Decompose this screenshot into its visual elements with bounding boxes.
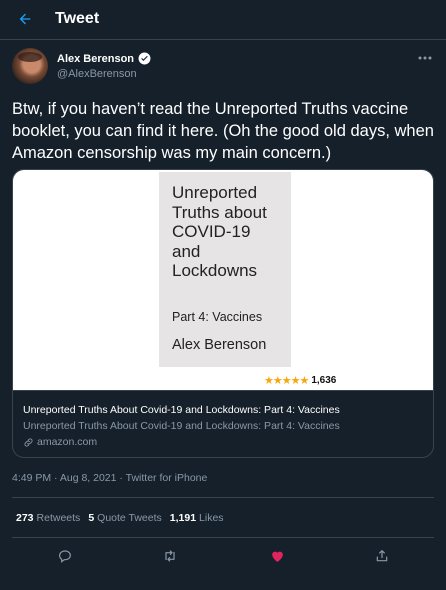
- rating-stars-icon: ★★★★★: [264, 375, 309, 387]
- reply-button[interactable]: [55, 546, 75, 566]
- ellipsis-icon[interactable]: [416, 50, 434, 66]
- heart-filled-icon: [271, 551, 283, 562]
- divider: [12, 497, 434, 498]
- book-cover-part: Part 4: Vaccines: [172, 310, 263, 324]
- card-details[interactable]: Unreported Truths About Covid-19 and Loc…: [13, 392, 433, 457]
- quote-tweets-count: 5: [88, 512, 95, 524]
- likes-count: 1,191: [169, 512, 197, 524]
- retweet-button[interactable]: [160, 546, 180, 566]
- share-button[interactable]: [372, 546, 392, 566]
- top-bar: Tweet: [0, 0, 446, 40]
- card-title: Unreported Truths About Covid-19 and Loc…: [23, 404, 340, 416]
- card-image[interactable]: Unreported Truths about COVID-19 and Loc…: [13, 170, 433, 391]
- quote-tweets-stat[interactable]: 5 Quote Tweets: [88, 512, 161, 524]
- quote-tweets-label: Quote Tweets: [97, 512, 162, 524]
- back-button[interactable]: [12, 6, 38, 32]
- card-domain: amazon.com: [23, 436, 97, 448]
- star-rating: ★★★★★ 1,636: [264, 374, 336, 387]
- verified-badge-icon: [138, 52, 151, 65]
- avatar[interactable]: [12, 48, 48, 84]
- tweet-timestamp[interactable]: 4:49 PM · Aug 8, 2021 · Twitter for iPho…: [12, 472, 207, 484]
- engagement-stats: 273 Retweets 5 Quote Tweets 1,191 Likes: [16, 512, 224, 524]
- tweet-actions: [0, 540, 446, 574]
- share-icon: [376, 550, 388, 562]
- tweet-author: Alex Berenson @AlexBerenson: [12, 48, 434, 88]
- like-button[interactable]: [267, 546, 287, 566]
- retweets-count: 273: [16, 512, 34, 524]
- reply-icon: [59, 550, 71, 563]
- arrow-left-icon: [19, 13, 31, 25]
- page-title: Tweet: [55, 10, 100, 27]
- card-description: Unreported Truths About Covid-19 and Loc…: [23, 420, 340, 432]
- user-handle[interactable]: @AlexBerenson: [57, 68, 137, 80]
- book-cover-author: Alex Berenson: [172, 337, 267, 353]
- name-line: Alex Berenson: [57, 52, 151, 65]
- book-cover-title: Unreported Truths about COVID-19 and Loc…: [172, 183, 267, 280]
- display-name[interactable]: Alex Berenson: [57, 53, 134, 65]
- divider: [12, 537, 434, 538]
- link-preview-card[interactable]: Unreported Truths about COVID-19 and Loc…: [12, 169, 434, 458]
- book-cover: Unreported Truths about COVID-19 and Loc…: [159, 172, 291, 367]
- link-icon: [24, 438, 33, 446]
- retweet-icon: [165, 550, 175, 562]
- retweets-stat[interactable]: 273 Retweets: [16, 512, 80, 524]
- tweet-text: Btw, if you haven’t read the Unreported …: [12, 100, 434, 162]
- likes-label: Likes: [199, 512, 224, 524]
- likes-stat[interactable]: 1,191 Likes: [170, 512, 224, 524]
- rating-count: 1,636: [311, 375, 337, 386]
- card-domain-text: amazon.com: [37, 436, 98, 448]
- retweets-label: Retweets: [36, 512, 81, 524]
